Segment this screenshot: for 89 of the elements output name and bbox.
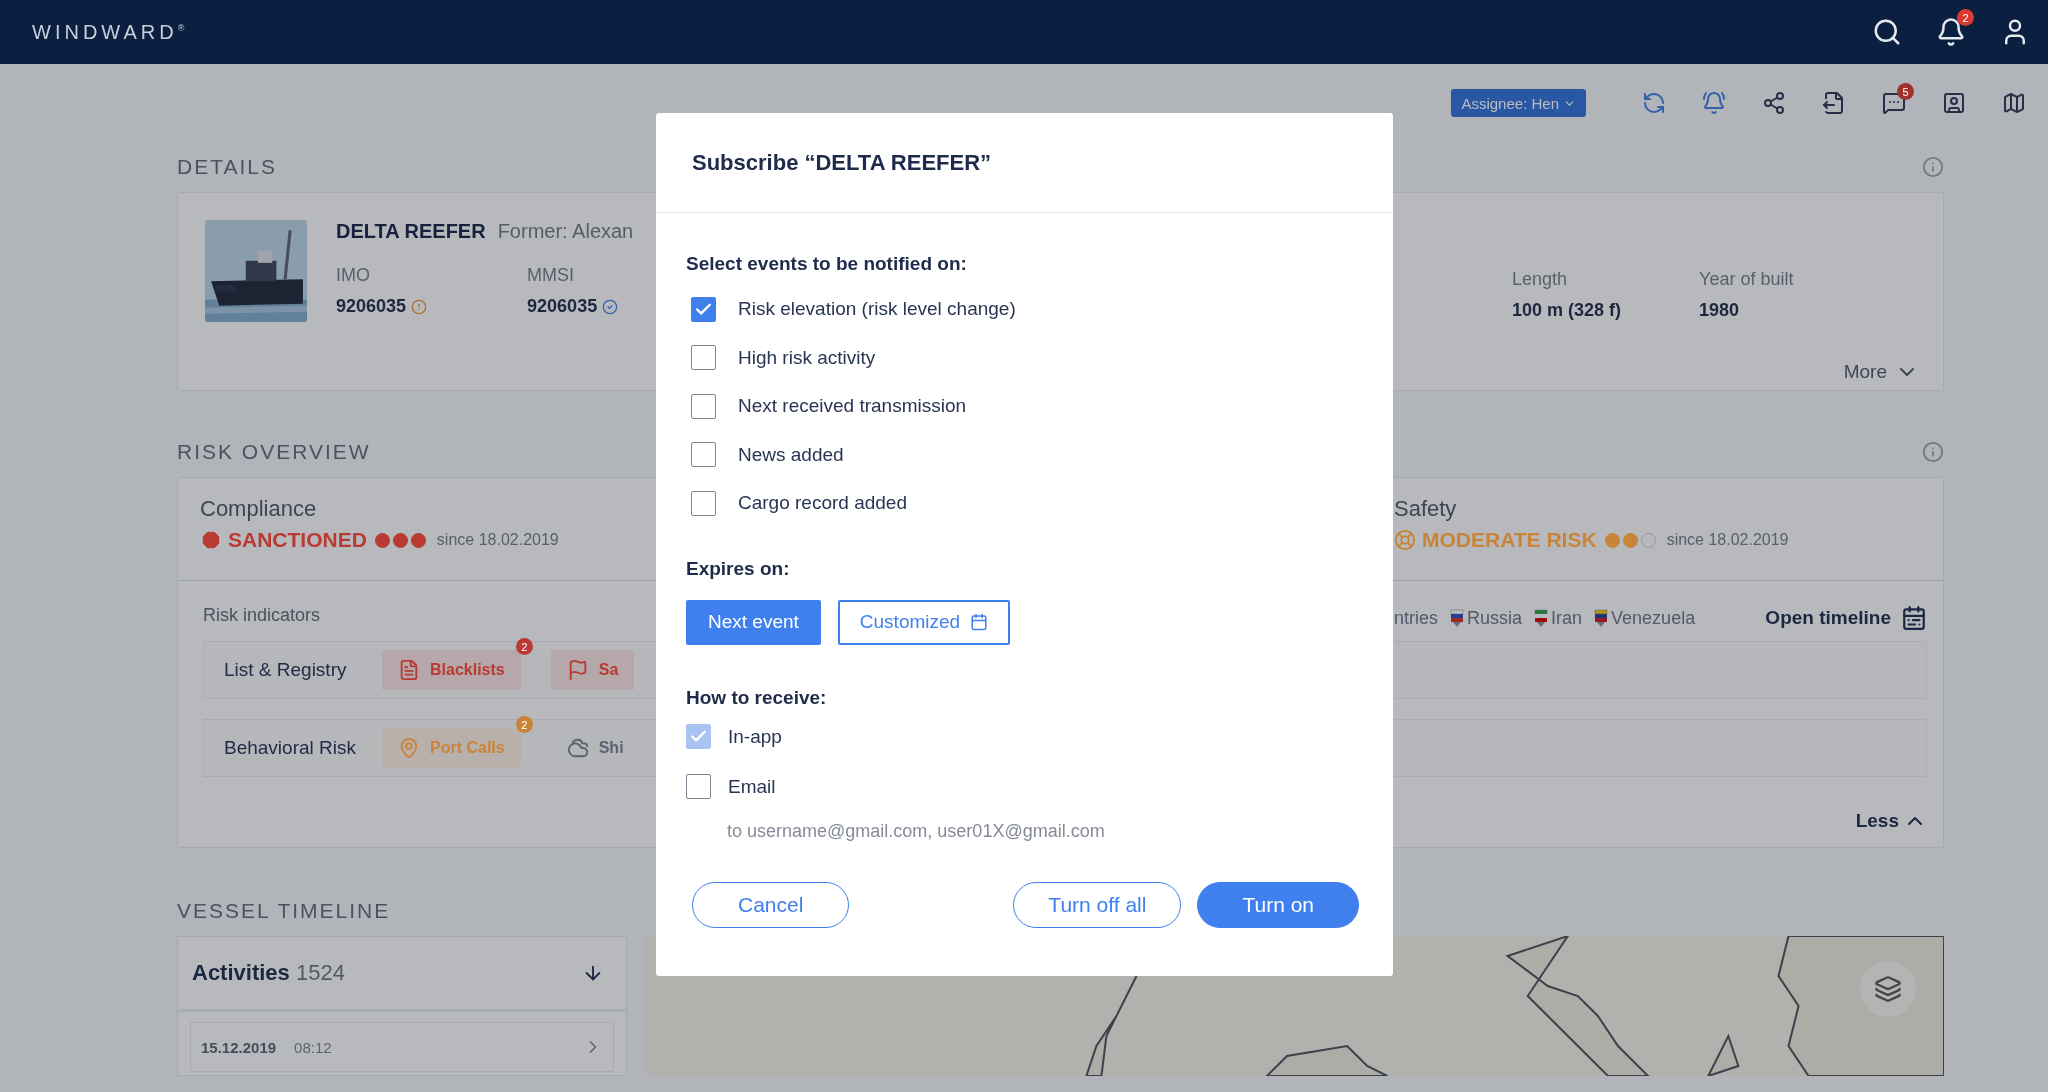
- field-label: Year of built: [1699, 269, 1794, 290]
- checkbox[interactable]: [691, 490, 716, 516]
- dialog-button[interactable]: Cancel: [692, 881, 850, 928]
- countries-label: ntries: [1394, 607, 1438, 629]
- flag-icon: [1594, 609, 1609, 627]
- field-value: 100 m (328 f): [1512, 300, 1622, 321]
- indicator-label: List & Registry: [223, 659, 348, 681]
- dialog-title: Subscribe “DELTA REEFER”: [692, 149, 992, 176]
- former-name: Former: Alexan: [497, 220, 634, 243]
- indicator-chip[interactable]: Sa: [550, 650, 635, 690]
- info-icon[interactable]: [1922, 156, 1944, 178]
- chat-badge: 5: [1897, 83, 1914, 100]
- field-label: IMO: [336, 265, 371, 286]
- risk-status: MODERATE RISK: [1422, 528, 1597, 552]
- checkbox-label: Email: [728, 775, 776, 798]
- activity-time: 08:12: [294, 1038, 332, 1056]
- checkbox-label: News added: [738, 443, 844, 466]
- country-name: Venezuela: [1611, 607, 1696, 629]
- pin-icon: [398, 737, 420, 759]
- search-icon[interactable]: [1872, 17, 1902, 47]
- refresh-icon[interactable]: [1642, 91, 1666, 115]
- alert-icon: [200, 529, 222, 551]
- open-timeline-link[interactable]: Open timeline: [1765, 605, 1927, 631]
- flag-icon: [1450, 609, 1464, 627]
- risk-dot: [1604, 532, 1620, 548]
- map-icon[interactable]: [2002, 91, 2026, 115]
- cloud-icon: [566, 737, 589, 759]
- since-date: since 18.02.2019: [1666, 531, 1789, 549]
- dialog-button[interactable]: Turn off all: [1013, 881, 1182, 928]
- field-label: Length: [1512, 269, 1569, 290]
- indicator-chip[interactable]: Blacklists: [382, 650, 521, 690]
- section-title: DETAILS: [177, 155, 277, 179]
- checkbox-label: Cargo record added: [738, 492, 907, 515]
- checkbox-label: Risk elevation (risk level change): [738, 298, 1016, 321]
- logo: WINDWARD$^{®}$: [32, 20, 185, 44]
- assignee-dropdown[interactable]: Assignee: Hen: [1451, 89, 1586, 117]
- layers-icon: [1874, 975, 1902, 1003]
- less-link[interactable]: Less: [1855, 809, 1927, 833]
- country-name: Iran: [1551, 607, 1583, 629]
- section-label: Select events to be notified on:: [686, 253, 968, 275]
- count-badge: 2: [515, 716, 533, 733]
- lifebuoy-icon: [1394, 529, 1416, 551]
- checkbox[interactable]: [691, 296, 716, 322]
- activity-item[interactable]: 15.12.2019 08:12: [190, 1022, 614, 1072]
- document-icon: [398, 659, 420, 681]
- checkbox[interactable]: [691, 393, 716, 419]
- checkbox[interactable]: [686, 774, 711, 799]
- risk-dot: [1622, 532, 1638, 548]
- risk-dot: [392, 532, 408, 548]
- section-label: Expires on:: [686, 557, 791, 580]
- risk-dot: [374, 532, 390, 548]
- info-icon[interactable]: [1922, 441, 1944, 463]
- activities-title: Activities 1524: [192, 960, 345, 986]
- count-badge: 2: [515, 638, 533, 655]
- field-value: 9206035: [527, 296, 598, 317]
- checkbox[interactable]: [691, 345, 716, 371]
- field-value: 1980: [1699, 300, 1740, 321]
- since-date: since 18.02.2019: [436, 531, 559, 549]
- section-title: RISK OVERVIEW: [177, 440, 371, 464]
- risk-status: SANCTIONED: [228, 528, 367, 552]
- calendar-icon: [970, 613, 989, 631]
- section-title: VESSEL TIMELINE: [177, 899, 391, 923]
- checkbox-label: Next received transmission: [738, 395, 967, 418]
- indicators-title: Risk indicators: [203, 605, 322, 627]
- dialog-button[interactable]: Turn on: [1197, 881, 1359, 928]
- checkbox[interactable]: [691, 442, 716, 468]
- expiry-option[interactable]: Customized: [837, 599, 1011, 645]
- export-icon[interactable]: [1822, 91, 1846, 115]
- timeline-icon: [1901, 605, 1927, 631]
- more-link[interactable]: More: [1843, 360, 1919, 384]
- email-note: to username@gmail.com, user01X@gmail.com: [726, 820, 1106, 842]
- activity-date: 15.12.2019: [201, 1038, 277, 1056]
- share-icon[interactable]: [1762, 91, 1786, 115]
- field-value: 9206035: [336, 296, 407, 317]
- risk-title: Safety: [1394, 496, 1458, 522]
- notification-badge: 2: [1957, 9, 1974, 26]
- profile-card-icon[interactable]: [1942, 91, 1966, 115]
- indicator-label: Behavioral Risk: [223, 737, 357, 759]
- indicator-chip[interactable]: Shi: [550, 728, 640, 768]
- checkbox-label: High risk activity: [738, 346, 876, 369]
- risk-dot: [410, 532, 426, 548]
- country-name: Russia: [1467, 607, 1523, 629]
- expiry-option[interactable]: Next event: [686, 599, 821, 645]
- checkbox-label: In-app: [728, 725, 782, 748]
- vessel-name: DELTA REEFER: [336, 220, 486, 243]
- risk-title: Compliance: [200, 496, 318, 522]
- flag-icon: [1534, 609, 1549, 627]
- section-label: How to receive:: [686, 686, 828, 709]
- field-label: MMSI: [527, 265, 576, 286]
